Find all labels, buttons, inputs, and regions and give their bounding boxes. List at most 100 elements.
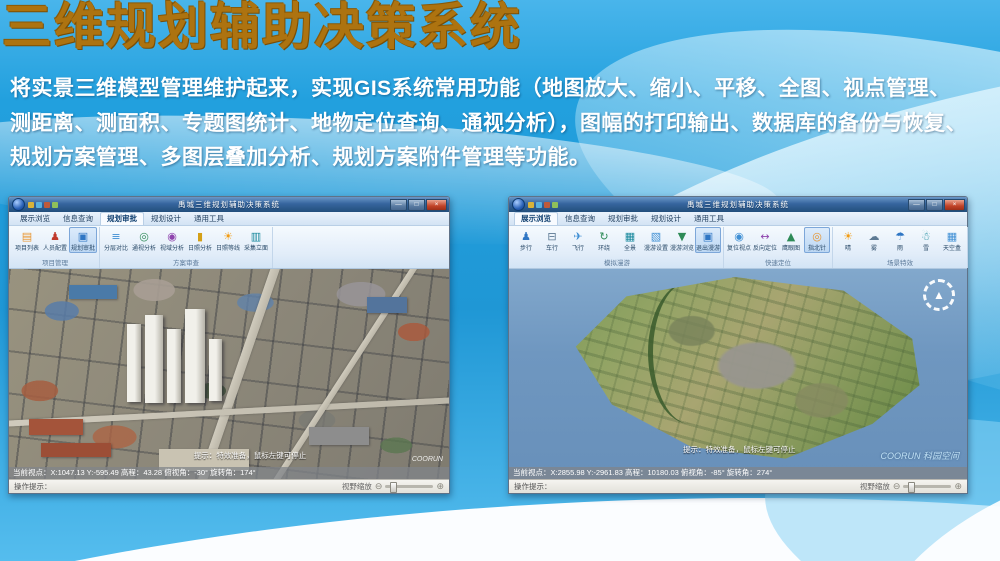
status-bar: 操作提示： 视野缩放 ⊖ ⊕ — [509, 479, 967, 493]
ribbon-tabs: 展示浏览 信息查询 规划审批 规划设计 通用工具 — [9, 212, 449, 226]
quick-access-icon[interactable] — [36, 202, 42, 208]
button-label: 分层对比 — [104, 243, 128, 252]
quick-access-icon[interactable] — [544, 202, 550, 208]
minimize-button[interactable]: — — [390, 199, 407, 211]
tab-common-tools[interactable]: 通用工具 — [188, 213, 230, 225]
map-viewport-3d-city[interactable]: 提示：特效准备，鼠标左键可停止 COORUN 当前视点：X:1047.13 Y:… — [9, 269, 449, 479]
btn-fly[interactable]: ✈ 飞行 — [565, 227, 591, 253]
window-title: 禹城三维规划辅助决策系统 — [9, 199, 449, 210]
tab-info-query[interactable]: 信息查询 — [57, 213, 99, 225]
btn-exit-roam[interactable]: ▣ 退出漫游 — [695, 227, 721, 253]
map-block — [69, 285, 117, 299]
zoom-label: 视野缩放 — [342, 481, 372, 492]
btn-roam-settings[interactable]: ▧ 漫游设置 — [643, 227, 669, 253]
btn-drive[interactable]: ⊟ 车行 — [539, 227, 565, 253]
tab-plan-approval[interactable]: 规划审批 — [100, 212, 144, 225]
fly-icon: ✈ — [573, 230, 582, 243]
btn-project-list[interactable]: ▤ 项目列表 — [13, 227, 41, 253]
orbit-icon: ↻ — [599, 230, 608, 243]
quick-access-icon[interactable] — [552, 202, 558, 208]
quick-access-icon[interactable] — [28, 202, 34, 208]
zoom-slider-knob[interactable] — [390, 482, 397, 493]
quick-access-icon[interactable] — [44, 202, 50, 208]
button-label: 项目列表 — [15, 243, 39, 252]
tab-plan-design[interactable]: 规划设计 — [145, 213, 187, 225]
zoom-slider-knob[interactable] — [908, 482, 915, 493]
tab-plan-design[interactable]: 规划设计 — [645, 213, 687, 225]
app-menu-button[interactable] — [512, 198, 525, 211]
maximize-button[interactable]: □ — [926, 199, 943, 211]
quick-access-icon[interactable] — [52, 202, 58, 208]
ribbon-group-effects: ☀ 晴 ☁ 雾 ☂ 雨 ☃ 雪 — [833, 227, 968, 268]
map-block — [41, 443, 111, 457]
btn-plan-approval[interactable]: ▣ 规划审批 — [69, 227, 97, 253]
tab-info-query[interactable]: 信息查询 — [559, 213, 601, 225]
tab-display-browse[interactable]: 展示浏览 — [514, 212, 558, 225]
button-label: 雪 — [923, 243, 929, 252]
btn-panorama[interactable]: ▦ 全景 — [617, 227, 643, 253]
quick-access-toolbar[interactable] — [28, 202, 58, 208]
map-building — [127, 324, 141, 402]
panorama-icon: ▦ — [625, 230, 635, 243]
btn-weather-fog[interactable]: ☁ 雾 — [861, 227, 887, 253]
compass-icon[interactable]: ▲ — [923, 279, 955, 311]
quick-access-icon[interactable] — [528, 202, 534, 208]
btn-layer-compare[interactable]: ≡ 分层对比 — [102, 227, 130, 253]
sightline-icon: ◎ — [139, 230, 149, 243]
button-label: 漫游设置 — [644, 243, 668, 252]
zoom-out-icon[interactable]: ⊖ — [375, 482, 383, 491]
tab-common-tools[interactable]: 通用工具 — [688, 213, 730, 225]
maximize-button[interactable]: □ — [408, 199, 425, 211]
app-menu-button[interactable] — [12, 198, 25, 211]
plan-approval-icon: ▣ — [78, 230, 88, 243]
body-line: 将实景三维模型管理维护起来，实现GIS系统常用功能（地图放大、缩小、平移、全图、… — [10, 72, 995, 107]
close-button[interactable]: × — [944, 199, 965, 211]
btn-weather-sunny[interactable]: ☀ 晴 — [835, 227, 861, 253]
btn-roam-browse[interactable]: ▼ 漫游浏览 — [669, 227, 695, 253]
btn-staff-config[interactable]: ♟ 人员配置 — [41, 227, 69, 253]
weather-snow-icon: ☃ — [921, 230, 931, 243]
tab-plan-approval[interactable]: 规划审批 — [602, 213, 644, 225]
north-arrow-icon: ◎ — [812, 230, 822, 243]
btn-sunlight-contour[interactable]: ☀ 日照等线 — [214, 227, 242, 253]
btn-eagle-eye[interactable]: ▲ 鹰眼图 — [778, 227, 804, 253]
btn-north-arrow[interactable]: ◎ 指北针 — [804, 227, 830, 253]
close-button[interactable]: × — [426, 199, 447, 211]
staff-config-icon: ♟ — [50, 230, 60, 243]
zoom-out-icon[interactable]: ⊖ — [893, 482, 901, 491]
zoom-slider[interactable] — [385, 485, 433, 488]
watermark-logo: COORUN 科园空间 — [881, 449, 960, 462]
roam-browse-icon: ▼ — [678, 230, 686, 243]
btn-sunlight-analysis[interactable]: ▮ 日照分析 — [186, 227, 214, 253]
btn-reverse-locate[interactable]: ↔ 反向定位 — [752, 227, 778, 253]
zoom-slider[interactable] — [903, 485, 951, 488]
ribbon-group-review: ≡ 分层对比 ◎ 通视分析 ◉ 视域分析 ▮ 日照分析 — [100, 227, 273, 268]
ribbon-toolbar: ♟ 步行 ⊟ 车行 ✈ 飞行 ↻ 环绕 — [509, 226, 967, 269]
btn-reset-view[interactable]: ◉ 复位视点 — [726, 227, 752, 253]
btn-skybox[interactable]: ▦ 天空盒 — [939, 227, 965, 253]
zoom-in-icon[interactable]: ⊕ — [436, 482, 444, 491]
btn-weather-snow[interactable]: ☃ 雪 — [913, 227, 939, 253]
ribbon-toolbar: ▤ 项目列表 ♟ 人员配置 ▣ 规划审批 项目管理 — [9, 226, 449, 269]
btn-weather-rain[interactable]: ☂ 雨 — [887, 227, 913, 253]
reverse-locate-icon: ↔ — [760, 230, 769, 243]
minimize-button[interactable]: — — [908, 199, 925, 211]
btn-orbit[interactable]: ↻ 环绕 — [591, 227, 617, 253]
btn-sightline-analysis[interactable]: ◎ 通视分析 — [130, 227, 158, 253]
button-label: 通视分析 — [132, 243, 156, 252]
viewshed-icon: ◉ — [167, 230, 177, 243]
slide-body-text: 将实景三维模型管理维护起来，实现GIS系统常用功能（地图放大、缩小、平移、全图、… — [10, 72, 995, 176]
quick-access-toolbar[interactable] — [528, 202, 558, 208]
btn-facade-capture[interactable]: ▥ 采集立面 — [242, 227, 270, 253]
button-label: 全景 — [624, 243, 636, 252]
body-line: 规划方案管理、多图层叠加分析、规划方案附件管理等功能。 — [10, 141, 995, 176]
btn-viewshed-analysis[interactable]: ◉ 视域分析 — [158, 227, 186, 253]
zoom-in-icon[interactable]: ⊕ — [954, 482, 962, 491]
quick-access-icon[interactable] — [536, 202, 542, 208]
tab-display-browse[interactable]: 展示浏览 — [14, 213, 56, 225]
window-titlebar: 禹城三维规划辅助决策系统 — □ × — [509, 197, 967, 212]
btn-walk[interactable]: ♟ 步行 — [513, 227, 539, 253]
map-block — [29, 419, 83, 435]
ribbon-group-label: 模拟漫游 — [513, 259, 721, 268]
map-viewport-satellite[interactable]: ▲ 提示：特效准备，鼠标左键可停止 COORUN 科园空间 当前视点：X:285… — [509, 269, 967, 479]
